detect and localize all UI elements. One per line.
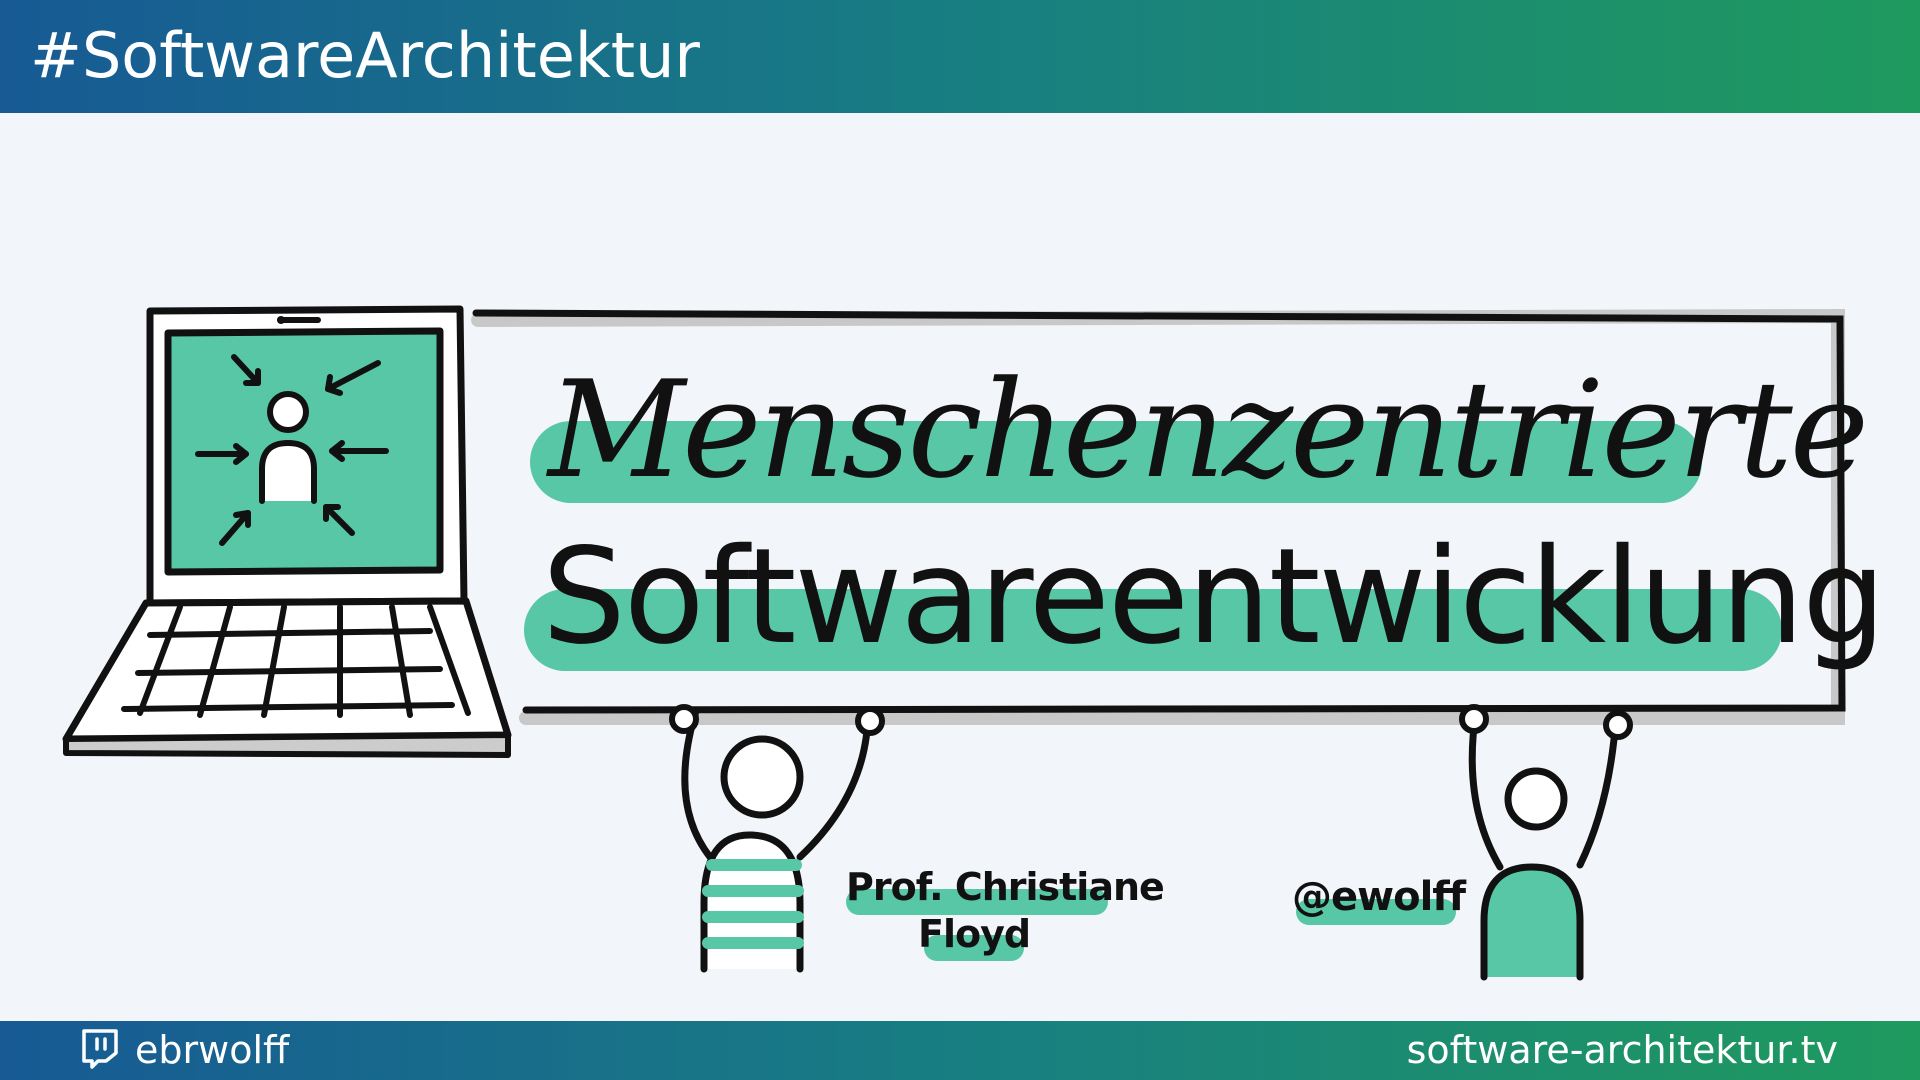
website-link[interactable]: software-architektur.tv xyxy=(1407,1027,1838,1073)
person-left-label-1: Prof. Christiane xyxy=(846,865,1165,909)
twitch-handle[interactable]: ebrwolff xyxy=(135,1027,289,1073)
title-line-2: Softwareentwicklung xyxy=(542,520,1886,674)
laptop-icon xyxy=(62,305,512,758)
person-left-label-2: Floyd xyxy=(918,912,1031,956)
page-title: #SoftwareArchitektur xyxy=(30,19,700,92)
header-bar: #SoftwareArchitektur xyxy=(0,0,1920,113)
title-line-1: Menschenzentrierte xyxy=(548,352,1869,508)
person-striped-icon xyxy=(669,704,885,973)
sketchnote-illustration: Menschenzentrierte Softwareentwicklung P… xyxy=(0,113,1920,1021)
person-right-label: @ewolff xyxy=(1292,874,1466,920)
twitch-icon xyxy=(82,1029,118,1069)
person-icon xyxy=(1459,704,1633,981)
footer-bar: ebrwolff software-architektur.tv xyxy=(0,1021,1920,1080)
